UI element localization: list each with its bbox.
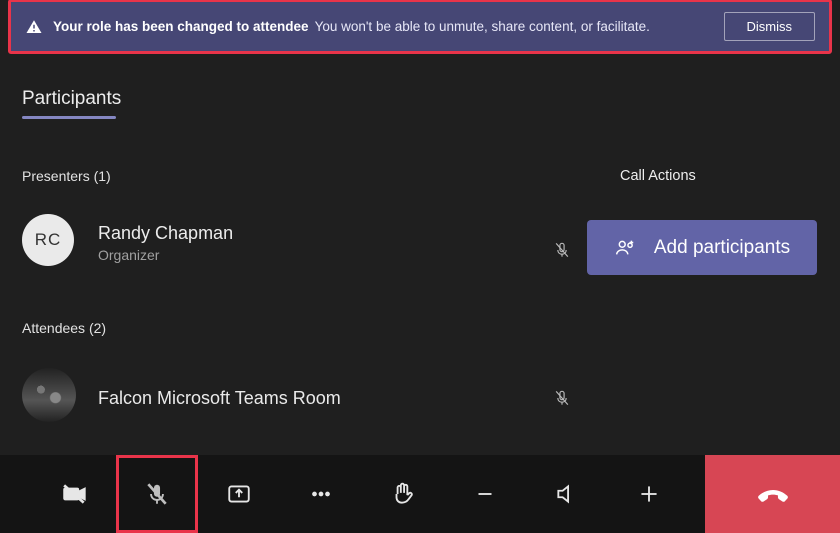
share-tray-icon xyxy=(226,481,252,507)
speaker-icon xyxy=(554,481,580,507)
plus-icon xyxy=(636,481,662,507)
minus-icon xyxy=(472,481,498,507)
volume-down-button[interactable] xyxy=(444,455,526,533)
banner-message: Your role has been changed to attendeeYo… xyxy=(53,19,650,34)
camera-off-button[interactable] xyxy=(34,455,116,533)
raise-hand-button[interactable] xyxy=(362,455,444,533)
presenters-heading: Presenters (1) xyxy=(22,168,111,184)
role-change-banner: Your role has been changed to attendeeYo… xyxy=(11,2,829,51)
mic-muted-icon xyxy=(552,388,572,408)
role-change-banner-highlight: Your role has been changed to attendeeYo… xyxy=(8,0,832,54)
more-actions-button[interactable] xyxy=(280,455,362,533)
mic-off-icon xyxy=(144,481,170,507)
mic-off-button[interactable] xyxy=(116,455,198,533)
presenter-role: Organizer xyxy=(98,247,159,263)
page-title: Participants xyxy=(22,88,121,110)
warning-icon xyxy=(25,18,43,36)
add-participants-label: Add participants xyxy=(654,237,790,259)
more-icon xyxy=(308,481,334,507)
meeting-controls xyxy=(0,455,840,533)
avatar: RC xyxy=(22,214,74,266)
share-content-button[interactable] xyxy=(198,455,280,533)
volume-button[interactable] xyxy=(526,455,608,533)
title-underline xyxy=(22,116,116,119)
presenter-name: Randy Chapman xyxy=(98,223,233,244)
attendees-heading: Attendees (2) xyxy=(22,320,106,336)
mic-muted-icon xyxy=(552,240,572,260)
hang-up-icon xyxy=(755,476,791,512)
avatar xyxy=(22,368,76,422)
add-participants-button[interactable]: Add participants xyxy=(587,220,817,275)
raise-hand-icon xyxy=(390,481,416,507)
add-people-icon xyxy=(614,237,636,259)
volume-up-button[interactable] xyxy=(608,455,690,533)
hang-up-button[interactable] xyxy=(705,455,840,533)
call-actions-heading: Call Actions xyxy=(620,168,696,184)
camera-off-icon xyxy=(62,481,88,507)
attendee-name: Falcon Microsoft Teams Room xyxy=(98,388,341,409)
dismiss-button[interactable]: Dismiss xyxy=(724,12,816,41)
